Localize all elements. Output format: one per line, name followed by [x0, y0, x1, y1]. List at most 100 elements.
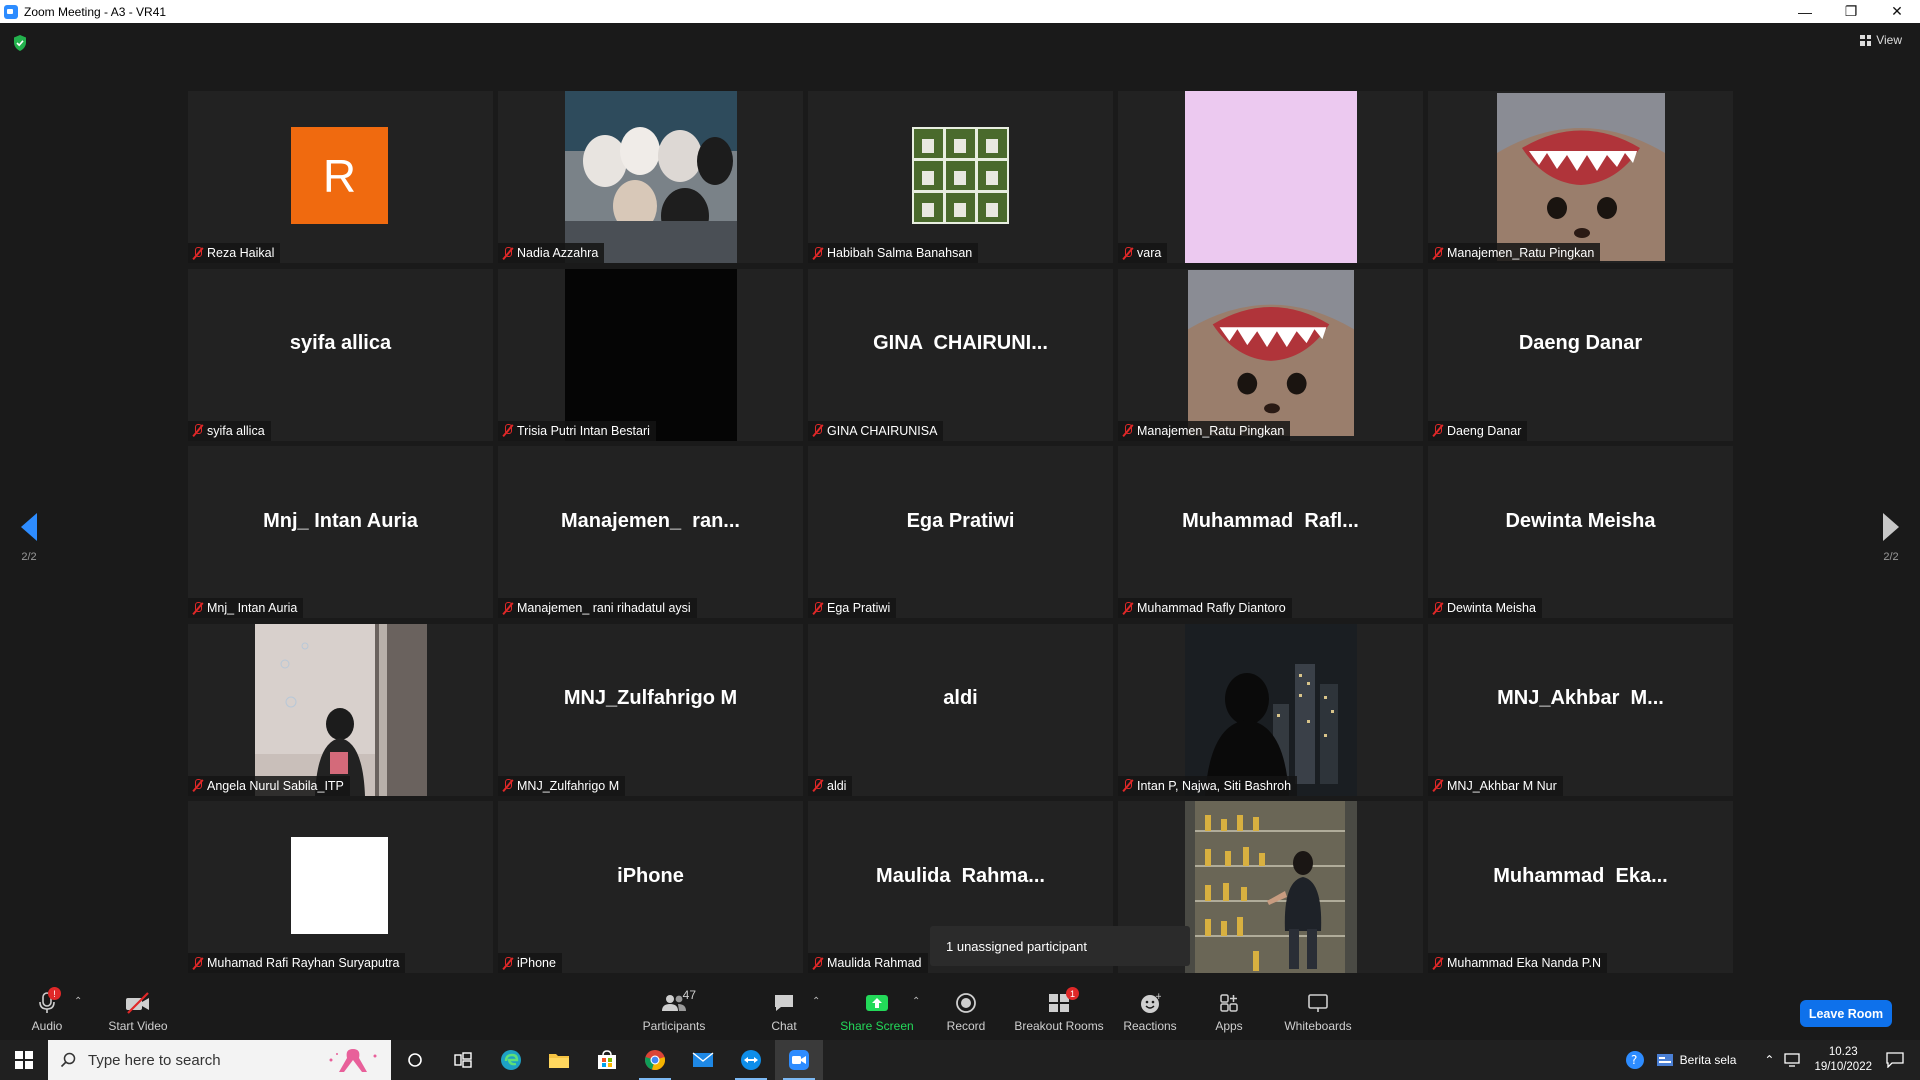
participant-tile[interactable]: Trisia Putri Intan Bestari — [498, 268, 803, 441]
participant-tile[interactable]: Muhammad Rafl... Muhammad Rafly Diantoro — [1118, 446, 1423, 618]
participant-tile[interactable]: Habibah Salma Banahsan — [808, 91, 1113, 263]
participant-tile[interactable]: Ega Pratiwi Ega Pratiwi — [808, 446, 1113, 618]
network-icon[interactable] — [1784, 1053, 1802, 1067]
participant-tile[interactable]: Daeng Danar Daeng Danar — [1428, 268, 1733, 441]
taskbar-edge[interactable] — [487, 1040, 535, 1080]
audio-options-caret[interactable]: ⌃ — [74, 996, 82, 1007]
participant-name-label: Muhamad Rafi Rayhan Suryaputra — [188, 953, 406, 973]
participants-count: 47 — [682, 988, 696, 1002]
participant-tile[interactable]: Manajemen_Ratu Pingkan — [1118, 268, 1423, 441]
participant-name: Manajemen_Ratu Pingkan — [1137, 423, 1285, 438]
participant-name-label: Manajemen_ rani rihadatul aysi — [498, 598, 697, 618]
participant-video — [1496, 93, 1665, 261]
chat-button[interactable]: Chat — [762, 980, 806, 1040]
participant-name: Angela Nurul Sabila_ITP — [207, 778, 344, 793]
start-button[interactable] — [0, 1040, 48, 1080]
participant-tile[interactable]: Mnj_ Intan Auria Mnj_ Intan Auria — [188, 446, 493, 618]
view-label: View — [1876, 33, 1902, 47]
mic-muted-icon — [1432, 246, 1443, 260]
share-options-caret[interactable]: ⌃ — [912, 996, 920, 1007]
reactions-button[interactable]: + Reactions — [1122, 980, 1178, 1040]
breakout-rooms-button[interactable]: 1 Breakout Rooms — [1012, 980, 1106, 1040]
participant-tile[interactable]: Intan P, Najwa, Siti Bashroh — [1118, 623, 1423, 796]
participant-name-label: MNJ_Akhbar M Nur — [1428, 775, 1563, 796]
taskbar-chrome[interactable] — [631, 1040, 679, 1080]
mic-muted-icon — [1432, 601, 1443, 615]
audio-button[interactable]: ! Audio — [22, 980, 72, 1040]
participant-tile[interactable]: aldi aldi — [808, 623, 1113, 796]
participant-name: iPhone — [517, 956, 556, 970]
share-screen-button[interactable]: Share Screen — [836, 980, 918, 1040]
previous-page-button[interactable]: 2/2 — [9, 513, 49, 563]
close-button[interactable]: ✕ — [1874, 0, 1920, 23]
clock-date: 19/10/2022 — [1814, 1061, 1872, 1073]
security-shield-icon[interactable] — [12, 34, 28, 52]
taskbar-file-explorer[interactable] — [535, 1040, 583, 1080]
participant-tile[interactable]: Muhammad Eka... Muhammad Eka Nanda P.N — [1428, 801, 1733, 973]
participant-tile[interactable]: MNJ_Akhbar M... MNJ_Akhbar M Nur — [1428, 623, 1733, 796]
participant-tile[interactable]: Dewinta Meisha Dewinta Meisha — [1428, 446, 1733, 618]
participant-tile[interactable]: syifa allica syifa allica — [188, 268, 493, 441]
participant-tile[interactable]: Manajemen_ ran... Manajemen_ rani rihada… — [498, 446, 803, 618]
participant-tile[interactable]: iPhone iPhone — [498, 801, 803, 973]
participant-display-name: syifa allica — [289, 332, 392, 354]
leave-room-button[interactable]: Leave Room — [1800, 1000, 1892, 1027]
participant-name: Manajemen_Ratu Pingkan — [1447, 246, 1595, 260]
taskbar-clock[interactable]: 10.23 19/10/2022 — [1814, 1045, 1872, 1075]
participant-name-label: Manajemen_Ratu Pingkan — [1118, 420, 1291, 441]
participants-button[interactable]: 47 Participants — [632, 980, 716, 1040]
participant-name: MNJ_Akhbar M Nur — [1447, 778, 1557, 793]
participant-tile[interactable]: Nadia Azzahra — [498, 91, 803, 263]
participant-display-name: Manajemen_ ran... — [561, 509, 740, 532]
taskbar-teamviewer[interactable] — [727, 1040, 775, 1080]
taskbar-search-box[interactable]: Type here to search — [48, 1040, 391, 1080]
taskbar-mail[interactable] — [679, 1040, 727, 1080]
system-tray: ? Berita sela ⌃ 10.23 19/10/2022 — [1624, 1040, 1920, 1080]
taskbar-zoom[interactable] — [775, 1040, 823, 1080]
apps-icon — [1215, 990, 1243, 1016]
participant-name-label: MNJ_Zulfahrigo M — [498, 775, 626, 796]
mic-muted-icon — [502, 956, 513, 970]
video-off-icon — [124, 990, 152, 1016]
restore-button[interactable]: ❐ — [1828, 0, 1874, 23]
minimize-button[interactable]: — — [1782, 0, 1828, 23]
participant-name-label: Manajemen_Ratu Pingkan — [1428, 243, 1601, 263]
audio-warning-badge: ! — [48, 987, 61, 1000]
mic-muted-icon — [812, 424, 823, 437]
start-video-button[interactable]: Start Video — [100, 980, 176, 1040]
taskbar-store[interactable] — [583, 1040, 631, 1080]
participant-name: Habibah Salma Banahsan — [827, 246, 973, 260]
notification-center-icon[interactable] — [1886, 1052, 1904, 1068]
participant-tile[interactable]: R Reza Haikal — [188, 91, 493, 263]
mic-muted-icon — [192, 601, 203, 615]
task-view-button[interactable] — [439, 1040, 487, 1080]
participant-tile[interactable]: vara — [1118, 91, 1423, 263]
pink-ribbon-icon — [329, 1049, 377, 1072]
windows-taskbar: Type here to search ? Berita sela ⌃ 10.2… — [0, 1040, 1920, 1080]
show-hidden-icons-chevron-icon[interactable]: ⌃ — [1764, 1053, 1774, 1067]
participant-tile[interactable]: Angela Nurul Sabila_ITP — [188, 623, 493, 796]
weather-news-icon[interactable]: ? — [1624, 1049, 1646, 1071]
participant-name: Muhammad Eka Nanda P.N — [1447, 956, 1602, 970]
participant-name-label: syifa allica — [188, 420, 271, 441]
breakout-badge: 1 — [1066, 987, 1079, 1000]
news-label[interactable]: Berita sela — [1680, 1053, 1737, 1067]
next-page-button[interactable]: 2/2 — [1871, 513, 1911, 563]
cortana-button[interactable] — [391, 1040, 439, 1080]
share-screen-label: Share Screen — [840, 1019, 914, 1033]
participant-name: Reza Haikal — [207, 246, 275, 260]
participant-name-label: Maulida Rahmad — [808, 953, 928, 973]
view-button[interactable]: View — [1860, 33, 1902, 47]
chat-options-caret[interactable]: ⌃ — [812, 996, 820, 1007]
participant-tile[interactable]: MNJ_Zulfahrigo M MNJ_Zulfahrigo M — [498, 623, 803, 796]
participant-tile[interactable]: Muhamad Rafi Rayhan Suryaputra — [188, 801, 493, 973]
participant-display-name: MNJ_Akhbar M... — [1497, 687, 1664, 709]
search-icon — [60, 1052, 76, 1068]
meeting-toolbar: ! Audio ⌃ Start Video 47 Participants Ch… — [0, 980, 1920, 1040]
whiteboards-button[interactable]: Whiteboards — [1280, 980, 1356, 1040]
participant-tile[interactable]: Manajemen_Ratu Pingkan — [1428, 91, 1733, 263]
apps-button[interactable]: Apps — [1208, 980, 1250, 1040]
mic-muted-icon — [1122, 424, 1133, 437]
participant-tile[interactable]: GINA CHAIRUNI... GINA CHAIRUNISA — [808, 268, 1113, 441]
record-button[interactable]: Record — [940, 980, 992, 1040]
